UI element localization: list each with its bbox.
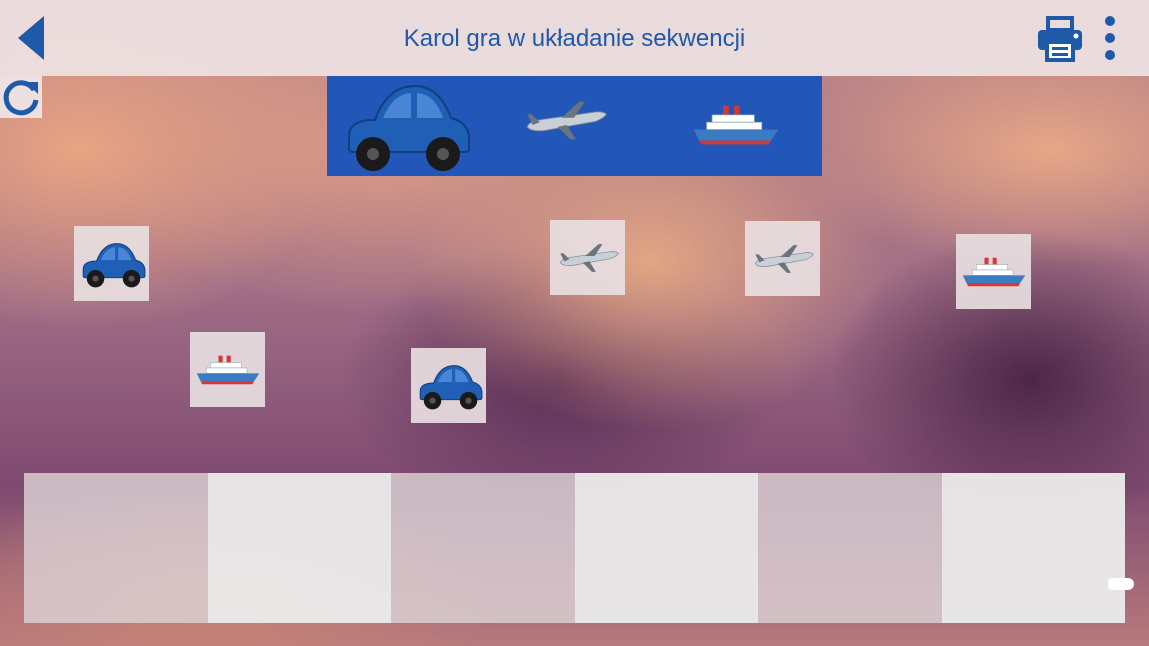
- top-app-bar: Karol gra w układanie sekwencji: [0, 0, 1149, 76]
- drop-slot-4[interactable]: [574, 473, 758, 623]
- print-button[interactable]: [1036, 16, 1084, 62]
- airplane-icon: [750, 242, 816, 276]
- drop-slots: [24, 473, 1125, 623]
- tile-car[interactable]: [74, 226, 149, 301]
- tile-car[interactable]: [411, 348, 486, 423]
- tile-ship[interactable]: [956, 234, 1031, 309]
- drag-handle[interactable]: [1108, 578, 1134, 590]
- car-icon: [413, 361, 485, 411]
- ship-icon: [690, 102, 782, 148]
- tile-airplane[interactable]: [550, 220, 625, 295]
- drop-slot-2[interactable]: [207, 473, 391, 623]
- airplane-icon: [520, 98, 610, 143]
- drop-slot-6[interactable]: [941, 473, 1125, 623]
- more-options-button[interactable]: [1100, 16, 1120, 62]
- car-icon: [335, 78, 475, 173]
- tile-ship[interactable]: [190, 332, 265, 407]
- refresh-icon: [3, 80, 39, 116]
- airplane-icon: [555, 241, 621, 275]
- ship-icon: [194, 353, 262, 387]
- refresh-button[interactable]: [0, 76, 42, 118]
- drop-slot-5[interactable]: [758, 473, 942, 623]
- drop-slot-3[interactable]: [391, 473, 575, 623]
- car-icon: [76, 239, 148, 289]
- page-title: Karol gra w układanie sekwencji: [403, 25, 746, 52]
- sequence-banner: [327, 76, 822, 176]
- drop-slot-1[interactable]: [24, 473, 208, 623]
- tile-airplane[interactable]: [745, 221, 820, 296]
- ship-icon: [960, 255, 1028, 289]
- printer-icon: [1038, 16, 1082, 62]
- more-vertical-icon: [1105, 16, 1115, 60]
